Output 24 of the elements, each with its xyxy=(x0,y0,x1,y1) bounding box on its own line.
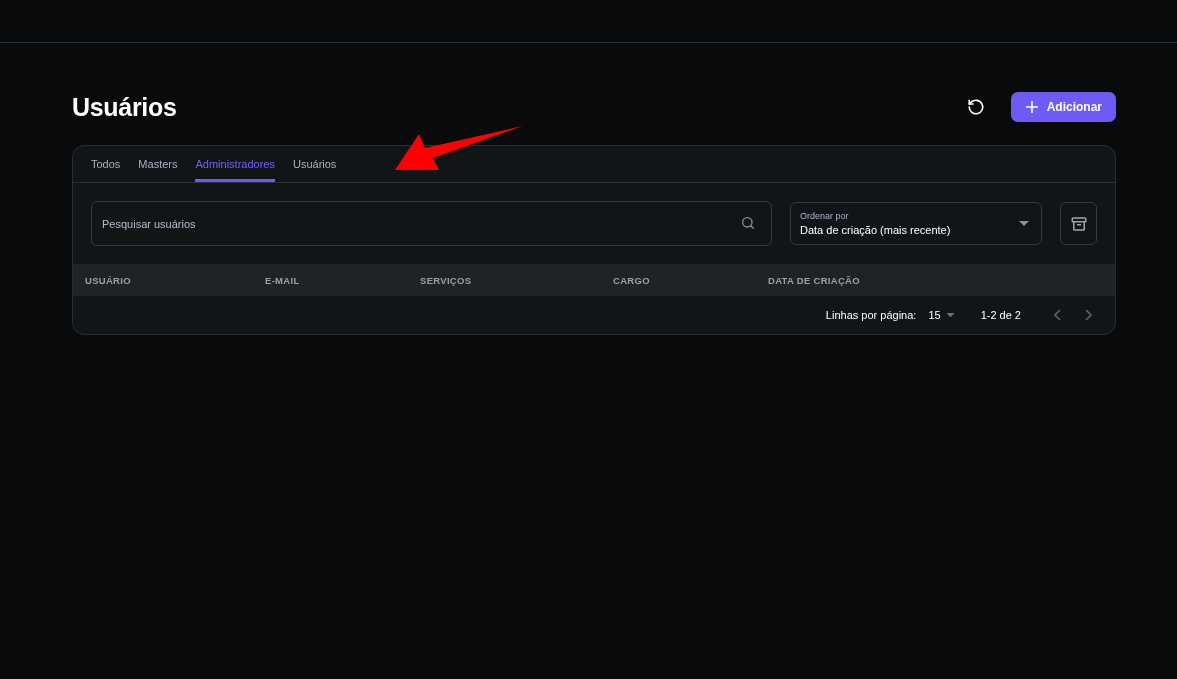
page-range: 1-2 de 2 xyxy=(980,309,1021,321)
tab[interactable]: Masters xyxy=(138,146,178,182)
column-header: E-MAIL xyxy=(265,274,301,286)
column-header: SERVIÇOS xyxy=(420,274,473,286)
chevron-right-icon xyxy=(1084,309,1092,321)
tab[interactable]: Usuários xyxy=(292,146,337,182)
column-header: DATA DE CRIAÇÃO xyxy=(768,274,861,286)
chevron-left-icon xyxy=(1054,309,1062,321)
add-button[interactable]: Adicionar xyxy=(1010,92,1116,122)
tab[interactable]: Todos xyxy=(91,146,121,182)
archive-icon xyxy=(1069,214,1088,233)
search-field[interactable]: Pesquisar usuários xyxy=(91,201,772,246)
plus-icon xyxy=(1024,100,1039,114)
column-header: USUÁRIO xyxy=(85,274,132,286)
column-header: CARGO xyxy=(613,274,651,286)
sort-dropdown[interactable]: Ordenar por Data de criação (mais recente) xyxy=(790,202,1042,245)
archive-button[interactable] xyxy=(1060,202,1097,245)
search-icon xyxy=(740,215,756,231)
caret-icon xyxy=(1019,220,1029,227)
page-title: Usuários xyxy=(72,92,177,122)
caret-icon xyxy=(945,312,955,318)
rows-per-page-select[interactable]: 15 xyxy=(928,309,955,321)
rows-per-page-label: Linhas por página: xyxy=(825,309,917,321)
tab[interactable]: Administradores xyxy=(195,146,275,182)
